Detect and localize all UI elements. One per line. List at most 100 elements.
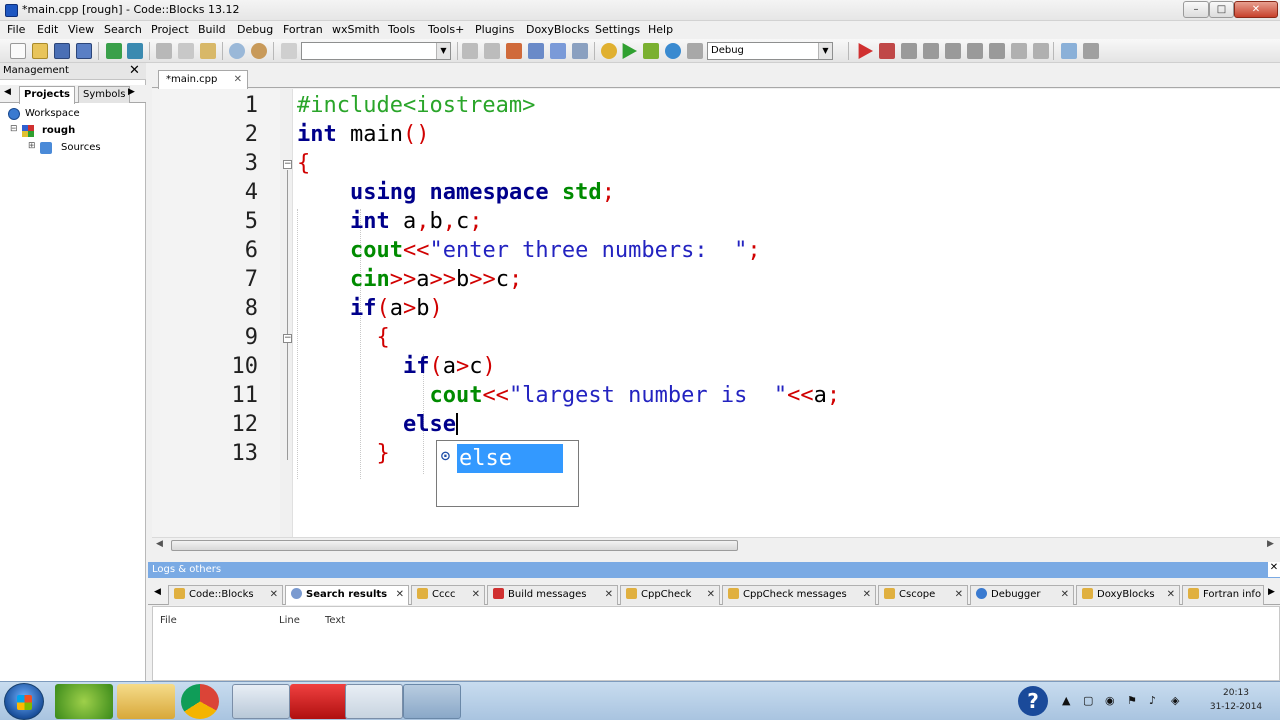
save-icon[interactable] [54, 43, 70, 59]
tab-cppcheck[interactable]: CppCheck ✕ [620, 585, 720, 605]
autocomplete-item-else[interactable]: else [457, 444, 563, 473]
taskbar-window-icon[interactable] [232, 684, 290, 719]
maximize-button[interactable]: □ [1209, 1, 1234, 18]
tab-scroll-right-icon[interactable]: ▶ [1268, 587, 1275, 597]
tab-scroll-right-icon[interactable]: ▶ [128, 87, 135, 97]
menu-file[interactable]: File [7, 23, 25, 36]
menu-build[interactable]: Build [198, 23, 226, 36]
next-instruction-icon[interactable] [967, 43, 983, 59]
codeblocks-taskbar-icon[interactable] [345, 684, 403, 719]
menu-view[interactable]: View [68, 23, 94, 36]
menu-edit[interactable]: Edit [37, 23, 58, 36]
network-app-icon[interactable] [403, 684, 461, 719]
build-target-select[interactable]: Debug ▼ [707, 42, 833, 60]
tab-codeblocks-log[interactable]: Code::Blocks ✕ [168, 585, 283, 605]
tab-main-cpp[interactable]: *main.cpp ✕ [158, 70, 248, 89]
build-and-run-icon[interactable] [643, 43, 659, 59]
close-tab-icon[interactable]: ✕ [1167, 586, 1175, 604]
replace-icon[interactable] [251, 43, 267, 59]
cut-icon[interactable] [156, 43, 172, 59]
tab-cccc[interactable]: Cccc ✕ [411, 585, 485, 605]
start-button[interactable] [4, 683, 44, 720]
close-tab-icon[interactable]: ✕ [396, 586, 404, 604]
save-all-icon[interactable] [76, 43, 92, 59]
search-combo[interactable]: ▼ [301, 42, 451, 60]
show-hidden-icons-icon[interactable]: ▲ [1062, 694, 1070, 707]
open-folder-icon[interactable] [32, 43, 48, 59]
undo-icon[interactable] [106, 43, 122, 59]
rebuild-icon[interactable] [665, 43, 681, 59]
tab-cppcheck-messages[interactable]: CppCheck messages ✕ [722, 585, 876, 605]
various-info-icon[interactable] [1083, 43, 1099, 59]
next-line-icon[interactable] [901, 43, 917, 59]
search-results-list[interactable]: File Line Text [152, 606, 1280, 681]
chevron-down-icon[interactable]: ▼ [436, 43, 450, 59]
new-file-icon[interactable] [10, 43, 26, 59]
column-header-line[interactable]: Line [279, 615, 300, 626]
collapse-icon[interactable]: ⊟ [10, 124, 18, 134]
find-icon[interactable] [229, 43, 245, 59]
pause-icon[interactable] [1011, 43, 1027, 59]
close-tab-icon[interactable]: ✕ [707, 586, 715, 604]
stop-debug-icon[interactable] [1033, 43, 1049, 59]
step-out-icon[interactable] [945, 43, 961, 59]
editor-horizontal-scrollbar[interactable]: ◀ ▶ [152, 537, 1280, 552]
expand-icon[interactable]: ⊞ [28, 141, 36, 151]
screen-recorder-icon[interactable] [290, 684, 348, 719]
debug-start-icon[interactable] [858, 43, 873, 59]
close-management-button[interactable]: ✕ [129, 63, 140, 78]
column-header-file[interactable]: File [160, 615, 177, 626]
debug-windows-icon[interactable] [1061, 43, 1077, 59]
close-tab-icon[interactable]: ✕ [472, 586, 480, 604]
tab-scroll-left-icon[interactable]: ◀ [4, 87, 11, 97]
close-tab-icon[interactable]: ✕ [234, 71, 242, 88]
tab-debugger[interactable]: Debugger ✕ [970, 585, 1074, 605]
fold-toggle-icon[interactable]: − [283, 334, 292, 343]
flag-icon[interactable]: ⚑ [1127, 694, 1137, 707]
network-icon[interactable]: ◈ [1171, 694, 1179, 707]
menu-wxsmith[interactable]: wxSmith [332, 23, 380, 36]
chrome-icon[interactable] [181, 684, 219, 719]
close-tab-icon[interactable]: ✕ [270, 586, 278, 604]
build-gear-icon[interactable] [601, 43, 617, 59]
highlight-icon[interactable] [506, 43, 522, 59]
menu-tools[interactable]: Tools [388, 23, 415, 36]
menu-search[interactable]: Search [104, 23, 142, 36]
tab-symbols[interactable]: Symbols [78, 86, 131, 103]
close-window-button[interactable]: ✕ [1234, 1, 1278, 18]
step-into-icon[interactable] [923, 43, 939, 59]
tree-project-rough[interactable]: ⊟ rough [10, 124, 130, 138]
menu-doxyblocks[interactable]: DoxyBlocks [526, 23, 589, 36]
fold-toggle-icon[interactable]: − [283, 160, 292, 169]
close-tab-icon[interactable]: ✕ [955, 586, 963, 604]
system-clock[interactable]: 20:13 31-12-2014 [1196, 686, 1276, 714]
tray-window-icon[interactable]: ▢ [1083, 694, 1093, 707]
regex-icon[interactable] [550, 43, 566, 59]
tab-search-results[interactable]: Search results ✕ [285, 585, 409, 605]
close-logs-button[interactable]: ✕ [1268, 562, 1280, 577]
tray-app-icon[interactable]: ◉ [1105, 694, 1115, 707]
scroll-left-icon[interactable]: ◀ [156, 539, 163, 549]
help-icon[interactable]: ? [1018, 686, 1048, 716]
selected-text-icon[interactable] [572, 43, 588, 59]
paste-icon[interactable] [200, 43, 216, 59]
abort-icon[interactable] [687, 43, 703, 59]
menu-tools-plus[interactable]: Tools+ [428, 23, 464, 36]
tab-build-messages[interactable]: Build messages ✕ [487, 585, 618, 605]
tree-sources-folder[interactable]: ⊞ Sources [28, 141, 138, 155]
menu-help[interactable]: Help [648, 23, 673, 36]
tab-cscope[interactable]: Cscope ✕ [878, 585, 968, 605]
chevron-down-icon[interactable]: ▼ [818, 43, 832, 59]
menu-debug[interactable]: Debug [237, 23, 273, 36]
close-tab-icon[interactable]: ✕ [605, 586, 613, 604]
scrollbar-thumb[interactable] [171, 540, 738, 551]
close-tab-icon[interactable]: ✕ [1061, 586, 1069, 604]
redo-icon[interactable] [127, 43, 143, 59]
tab-doxyblocks[interactable]: DoxyBlocks ✕ [1076, 585, 1180, 605]
menu-plugins[interactable]: Plugins [475, 23, 514, 36]
step-instruction-icon[interactable] [989, 43, 1005, 59]
scroll-right-icon[interactable]: ▶ [1267, 539, 1274, 549]
menu-settings[interactable]: Settings [595, 23, 640, 36]
match-case-icon[interactable] [528, 43, 544, 59]
run-icon[interactable] [622, 43, 637, 59]
